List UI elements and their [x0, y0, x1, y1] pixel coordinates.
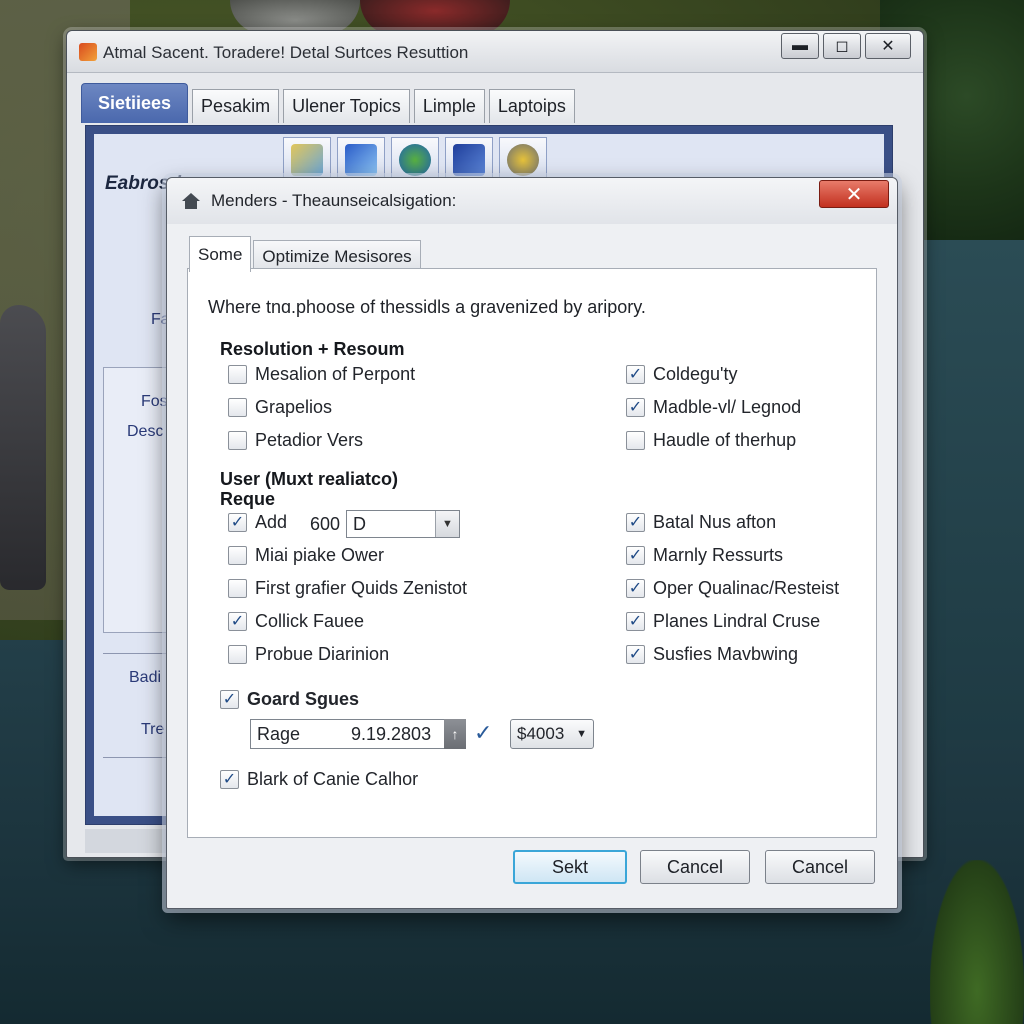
- maximize-icon[interactable]: ◻: [823, 33, 861, 59]
- add-dropdown[interactable]: D ▼: [346, 510, 460, 538]
- checkbox-row[interactable]: Madble‑vl/ Legnod: [626, 397, 801, 418]
- checkbox-row[interactable]: Oper Qualinac/Resteist: [626, 578, 839, 599]
- checkbox-row[interactable]: First grafier Quids Zenistot: [228, 578, 467, 599]
- tab-laptops[interactable]: Laptoips: [488, 89, 575, 123]
- checkbox-row[interactable]: Mesalion of Perpont: [228, 364, 415, 385]
- plant: [930, 860, 1024, 1024]
- add-value: 600: [310, 514, 341, 534]
- section-heading-user: User (Muxt realiatco): [220, 469, 399, 489]
- checkbox[interactable]: [626, 546, 645, 565]
- checkbox[interactable]: [626, 431, 645, 450]
- checkbox-label: Coldegu'ty: [653, 364, 738, 384]
- checkbox[interactable]: [626, 645, 645, 664]
- checkbox-label: Probue Diarinion: [255, 644, 390, 664]
- checkbox-label: Goard Sgues: [247, 689, 360, 709]
- close-icon[interactable]: ✕: [865, 33, 911, 59]
- back-window-titlebar[interactable]: Atmal Sacent. Toradere! Detal Surtces Re…: [67, 31, 923, 73]
- checkbox[interactable]: [626, 612, 645, 631]
- tab-settings[interactable]: Sietiiees: [81, 83, 189, 123]
- settings-dialog: Menders - Theaunseicalsigation: ✕ Some O…: [166, 177, 898, 909]
- checkbox-label: Add: [255, 512, 288, 532]
- dialog-content: Where tnɑ.phoose of thessidls a graveniz…: [187, 268, 877, 838]
- checkbox-row[interactable]: Haudle of therhup: [626, 430, 796, 451]
- checkbox[interactable]: [228, 612, 247, 631]
- cancel-button[interactable]: Cancel: [640, 850, 750, 884]
- minimize-icon[interactable]: ▬: [781, 33, 819, 59]
- checkbox-label: Grapelios: [255, 397, 333, 417]
- spinner-up-icon[interactable]: ↑: [444, 719, 466, 749]
- tab-pesakim[interactable]: Pesakim: [192, 89, 280, 123]
- checkbox-label: Marnly Ressurts: [653, 545, 784, 565]
- checkbox-row[interactable]: Susfies Mavbwing: [626, 644, 798, 665]
- checkbox-label: Miai piake Ower: [255, 545, 385, 565]
- checkbox-row[interactable]: Batal Nus afton: [626, 512, 776, 533]
- back-label-desc: Desc: [127, 423, 164, 440]
- range-field[interactable]: Rage 9.19.2803: [250, 719, 466, 749]
- checkbox-label: Mesalion of Perpont: [255, 364, 416, 384]
- checkbox-label: Blark of Canie Calhor: [247, 769, 419, 789]
- checkbox-row[interactable]: Blark of Canie Calhor: [220, 769, 418, 790]
- checkbox-row[interactable]: Probue Diarinion: [228, 644, 389, 665]
- checkbox-label: Collick Fauee: [255, 611, 365, 631]
- checkbox[interactable]: [228, 546, 247, 565]
- checkbox-label: Susfies Mavbwing: [653, 644, 799, 664]
- checkbox-label: First grafier Quids Zenistot: [255, 578, 468, 598]
- checkbox[interactable]: [228, 513, 247, 532]
- checkbox[interactable]: [228, 398, 247, 417]
- checkmark-icon: ✓: [474, 720, 493, 745]
- tab-limple[interactable]: Limple: [413, 89, 485, 123]
- checkbox-label: Madble‑vl/ Legnod: [653, 397, 802, 417]
- ok-button[interactable]: Sekt: [513, 850, 627, 884]
- back-label-pos: Fos: [141, 393, 168, 410]
- amount-dropdown[interactable]: $4003 ▼: [510, 719, 594, 749]
- checkbox-row[interactable]: Collick Fauee: [228, 611, 364, 632]
- checkbox[interactable]: [228, 645, 247, 664]
- checkbox-row-add[interactable]: Add: [228, 512, 287, 533]
- back-label-tre: Tre: [141, 721, 165, 738]
- home-icon: [182, 193, 200, 209]
- dialog-titlebar[interactable]: Menders - Theaunseicalsigation: ✕: [167, 178, 897, 224]
- checkbox-row[interactable]: Grapelios: [228, 397, 332, 418]
- warrior-figure: [0, 305, 46, 590]
- checkbox-label: Planes Lindral Cruse: [653, 611, 821, 631]
- checkbox-label: Batal Nus afton: [653, 512, 777, 532]
- checkbox-label: Petadior Vers: [255, 430, 364, 450]
- checkbox[interactable]: [228, 431, 247, 450]
- tab-some[interactable]: Some: [189, 236, 252, 272]
- checkbox-row[interactable]: Miai piake Ower: [228, 545, 384, 566]
- checkbox[interactable]: [228, 579, 247, 598]
- back-window-title: Atmal Sacent. Toradere! Detal Surtces Re…: [103, 43, 469, 62]
- checkbox[interactable]: [220, 770, 239, 789]
- checkbox[interactable]: [626, 398, 645, 417]
- add-dropdown-value: D: [353, 513, 366, 534]
- dialog-title: Menders - Theaunseicalsigation:: [211, 191, 457, 210]
- cancel-button-secondary[interactable]: Cancel: [765, 850, 875, 884]
- checkbox-label: Haudle of therhup: [653, 430, 797, 450]
- description-text: Where tnɑ.phoose of thessidls a graveniz…: [208, 297, 646, 317]
- checkbox-row[interactable]: Petadior Vers: [228, 430, 363, 451]
- rock: [230, 0, 360, 34]
- range-value: 9.19.2803: [351, 723, 432, 744]
- amount-dropdown-value: $4003: [517, 724, 565, 743]
- checkbox-row[interactable]: Planes Lindral Cruse: [626, 611, 820, 632]
- range-label: Rage: [257, 723, 301, 744]
- section-heading-reque: Reque: [220, 489, 276, 509]
- close-icon[interactable]: ✕: [819, 180, 889, 208]
- checkbox[interactable]: [228, 365, 247, 384]
- section-heading-resolution: Resolution + Resoum: [220, 339, 405, 359]
- app-icon: [79, 43, 97, 61]
- tab-topics[interactable]: Ulener Topics: [283, 89, 410, 123]
- checkbox[interactable]: [626, 579, 645, 598]
- guard-checkbox-row[interactable]: Goard Sgues: [220, 689, 359, 710]
- checkbox-row[interactable]: Coldegu'ty: [626, 364, 738, 385]
- checkbox-label: Oper Qualinac/Resteist: [653, 578, 840, 598]
- back-label-badi: Badi: [129, 669, 162, 686]
- chevron-down-icon[interactable]: ▼: [435, 511, 459, 537]
- checkbox-row[interactable]: Marnly Ressurts: [626, 545, 783, 566]
- chevron-down-icon[interactable]: ▼: [576, 728, 587, 740]
- checkbox[interactable]: [626, 513, 645, 532]
- checkbox[interactable]: [220, 690, 239, 709]
- checkbox[interactable]: [626, 365, 645, 384]
